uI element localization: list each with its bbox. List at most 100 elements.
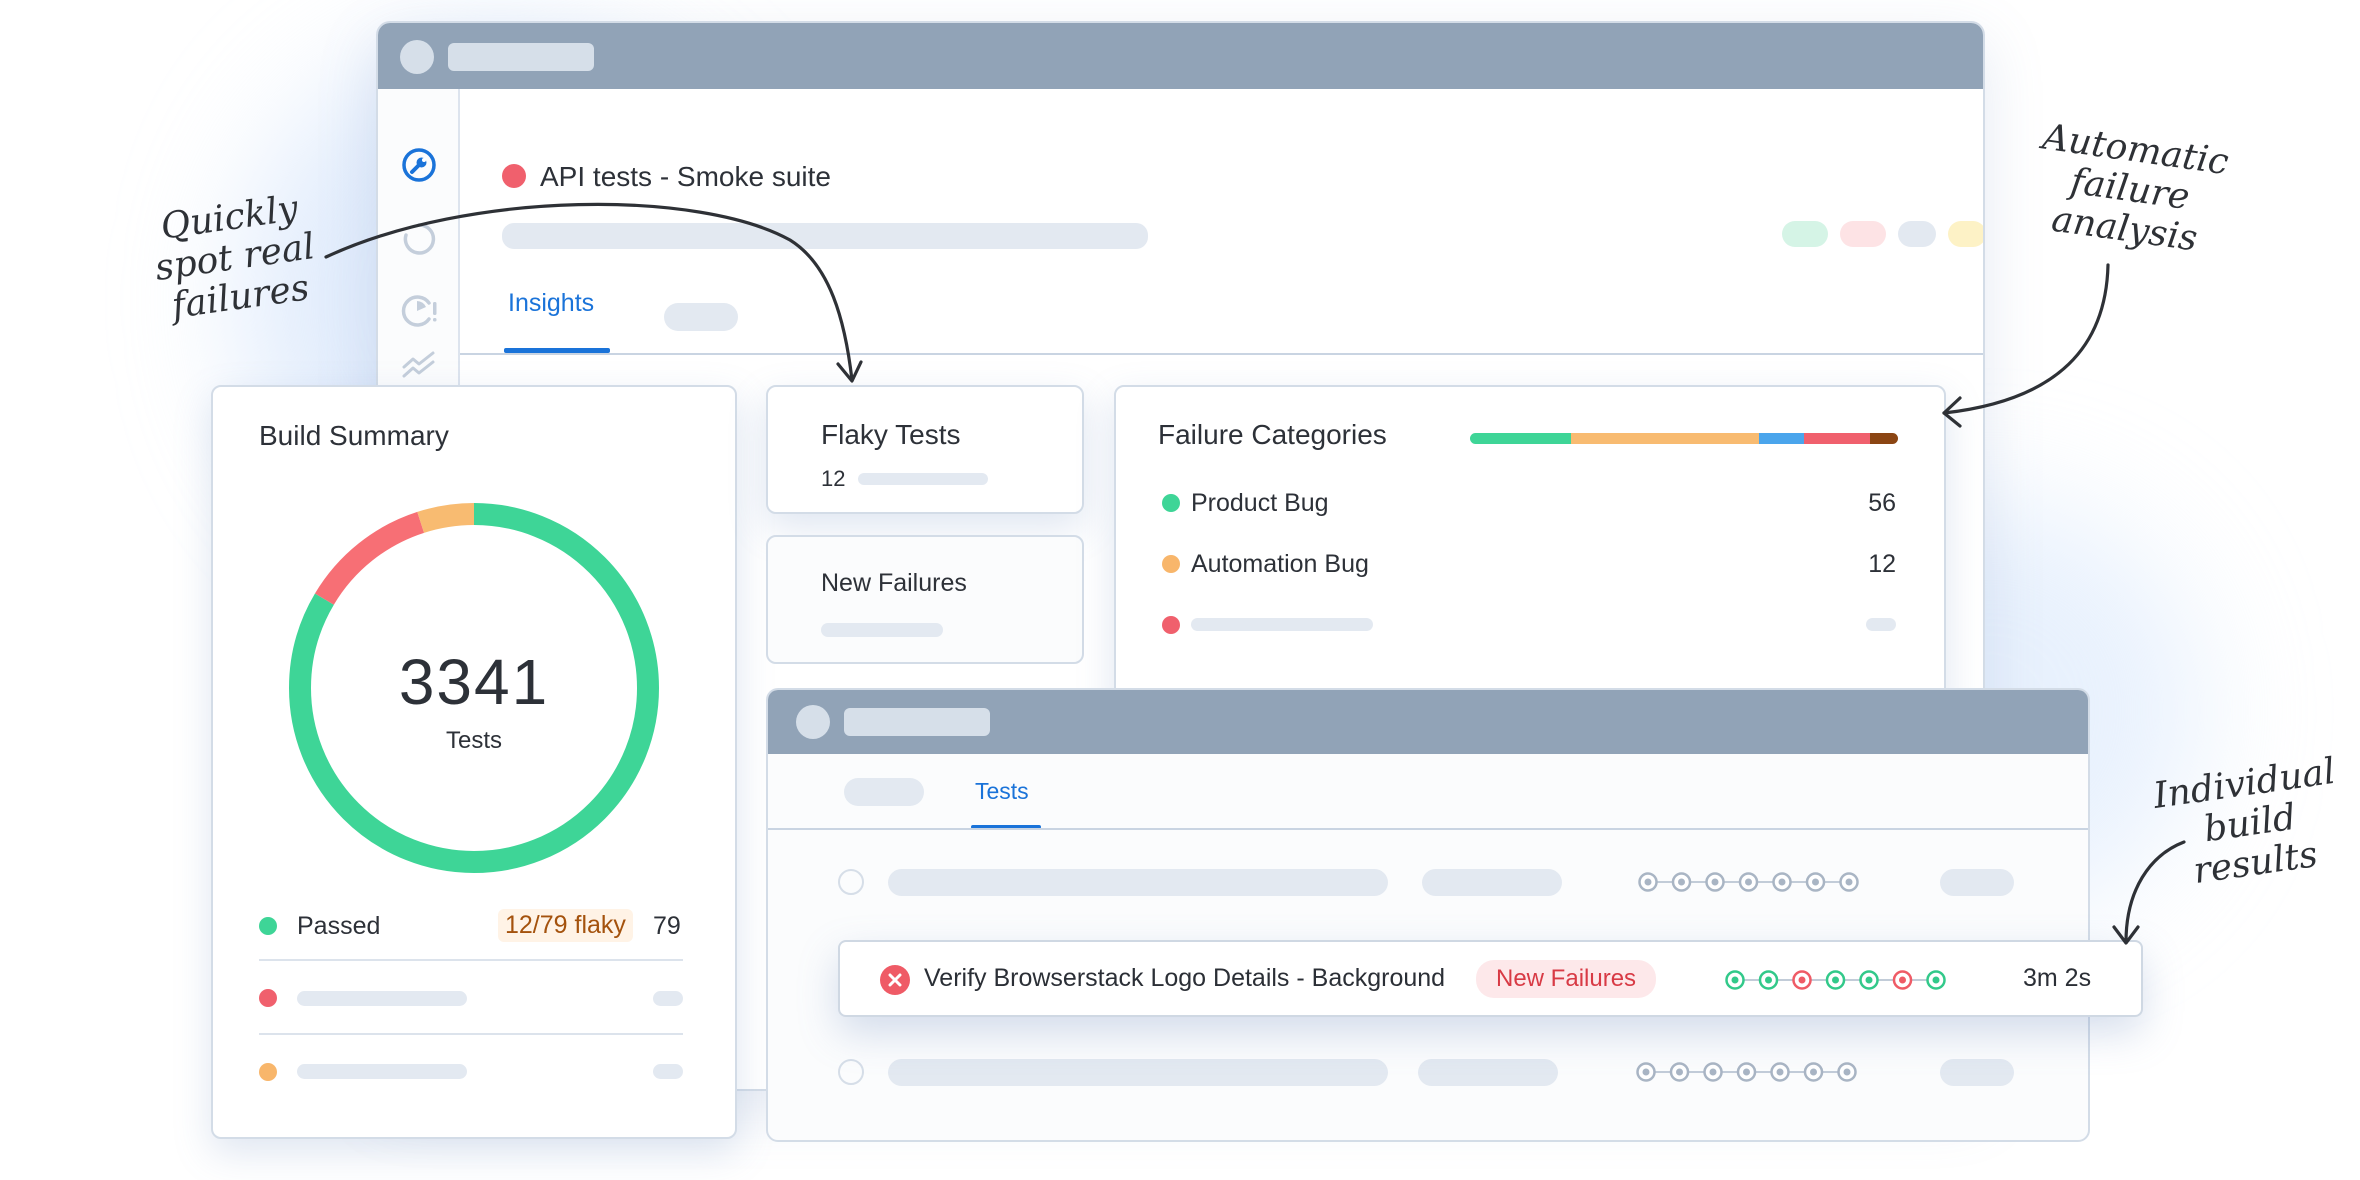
build-status-none[interactable] <box>1837 1062 1857 1082</box>
build-status-none[interactable] <box>1638 872 1658 892</box>
legend-divider <box>259 1033 683 1035</box>
category-count-placeholder <box>1866 618 1896 631</box>
build-history <box>1725 970 1946 990</box>
tests-window-titlebar <box>768 690 2088 754</box>
annotation-individual-results: Individual build results <box>2143 751 2358 898</box>
category-dot-automation-bug <box>1162 555 1180 573</box>
new-failures-title: New Failures <box>821 569 967 597</box>
status-pill-flaky <box>1948 221 1983 247</box>
build-status-none[interactable] <box>1738 872 1759 892</box>
tests-window: Tests <box>766 688 2090 1142</box>
category-bar-segment <box>1803 433 1871 444</box>
timer-alert-icon[interactable] <box>399 291 439 331</box>
check-icon <box>838 1059 864 1085</box>
test-name-placeholder <box>888 1059 1388 1086</box>
build-status-pass[interactable] <box>1926 970 1946 990</box>
build-status-pass[interactable] <box>1758 970 1779 990</box>
window-title-placeholder <box>448 43 594 71</box>
build-status-none[interactable] <box>1803 1062 1824 1082</box>
subtitle-placeholder <box>502 223 1148 249</box>
category-bar-segment <box>1570 433 1759 444</box>
build-history-placeholder <box>1636 1062 1857 1082</box>
category-dot-other <box>1162 616 1180 634</box>
new-failures-card[interactable]: New Failures <box>766 535 1084 664</box>
status-pill-failed <box>1840 221 1886 247</box>
test-duration-placeholder <box>1940 869 2014 896</box>
status-dot-failed <box>502 164 526 188</box>
test-name[interactable]: Verify Browserstack Logo Details - Backg… <box>924 964 1445 993</box>
legend-label-placeholder <box>297 991 467 1006</box>
total-tests-label: Tests <box>445 727 502 754</box>
refresh-icon[interactable] <box>399 219 439 259</box>
tab-tests[interactable]: Tests <box>975 778 1029 805</box>
fail-icon <box>880 965 910 995</box>
category-dot-product-bug <box>1162 494 1180 512</box>
build-status-pass[interactable] <box>1859 970 1879 990</box>
build-status-none[interactable] <box>1839 872 1859 892</box>
category-bar-segment <box>1470 433 1571 444</box>
window-control[interactable] <box>400 40 434 74</box>
build-history-placeholder <box>1638 872 1859 892</box>
build-status-fail[interactable] <box>1892 970 1913 990</box>
test-duration: 3m 2s <box>2023 964 2092 992</box>
legend-count-placeholder <box>653 991 683 1006</box>
tab-placeholder[interactable] <box>664 303 738 331</box>
flaky-tests-card[interactable]: Flaky Tests 12 <box>766 385 1084 514</box>
wrench-icon[interactable] <box>399 145 439 185</box>
legend-divider <box>259 959 683 961</box>
category-bar-segment <box>1870 433 1898 444</box>
build-status-none[interactable] <box>1772 872 1792 892</box>
flaky-tests-title: Flaky Tests <box>821 419 961 450</box>
failure-categories-title: Failure Categories <box>1158 419 1387 450</box>
build-status-none[interactable] <box>1669 1062 1690 1082</box>
test-name-placeholder <box>888 869 1388 896</box>
total-tests-count: 3341 <box>398 646 550 718</box>
category-label-placeholder <box>1191 618 1373 631</box>
tab-insights[interactable]: Insights <box>508 289 594 318</box>
test-duration-placeholder <box>1940 1059 2014 1086</box>
test-badge-placeholder <box>1418 1059 1558 1086</box>
legend-label-placeholder <box>297 1064 467 1079</box>
build-summary-title: Build Summary <box>259 420 449 451</box>
build-status-none[interactable] <box>1636 1062 1656 1082</box>
tab-divider <box>768 828 2088 830</box>
legend-label-passed: Passed <box>297 912 381 940</box>
new-failures-placeholder <box>821 623 943 637</box>
build-status-pass[interactable] <box>1725 970 1745 990</box>
tab-divider <box>460 353 1983 355</box>
build-status-pass[interactable] <box>1825 970 1846 990</box>
build-status-none[interactable] <box>1703 1062 1723 1082</box>
build-status-none[interactable] <box>1705 872 1725 892</box>
category-label-product-bug: Product Bug <box>1191 489 1329 517</box>
legend-count-passed: 79 <box>653 912 681 940</box>
trend-icon[interactable] <box>399 345 439 385</box>
legend-dot-flaky <box>259 1063 277 1081</box>
failure-categories-card: Failure Categories Product Bug 56 Automa… <box>1114 385 1946 715</box>
category-count-product-bug: 56 <box>1868 489 1896 517</box>
flaky-tests-count: 12 <box>821 466 846 491</box>
build-status-none[interactable] <box>1671 872 1692 892</box>
test-badge-placeholder <box>1422 869 1562 896</box>
category-count-automation-bug: 12 <box>1868 550 1896 578</box>
build-summary-card: Build Summary 3341 Tests Passed 12/79 fl… <box>211 385 737 1139</box>
category-label-automation-bug: Automation Bug <box>1191 550 1369 578</box>
tab-placeholder[interactable] <box>844 778 924 806</box>
test-row-highlighted[interactable]: Verify Browserstack Logo Details - Backg… <box>838 940 2143 1017</box>
new-failures-badge: New Failures <box>1476 960 1657 998</box>
legend-dot-passed <box>259 917 277 935</box>
build-status-none[interactable] <box>1770 1062 1790 1082</box>
build-status-none[interactable] <box>1805 872 1826 892</box>
window-title-placeholder <box>844 708 990 736</box>
build-status-fail[interactable] <box>1792 970 1812 990</box>
annotation-automatic-analysis: Automatic failure analysis <box>2023 117 2238 264</box>
status-pill-passed <box>1782 221 1828 247</box>
legend-count-placeholder <box>653 1064 683 1079</box>
check-icon <box>838 869 864 895</box>
window-control[interactable] <box>796 705 830 739</box>
page-title: API tests - Smoke suite <box>540 161 831 192</box>
flaky-tests-bar-placeholder <box>858 473 988 485</box>
legend-dot-failed <box>259 989 277 1007</box>
category-bar-segment <box>1758 433 1804 444</box>
failure-categories-bar <box>1470 433 1898 444</box>
build-status-none[interactable] <box>1736 1062 1757 1082</box>
